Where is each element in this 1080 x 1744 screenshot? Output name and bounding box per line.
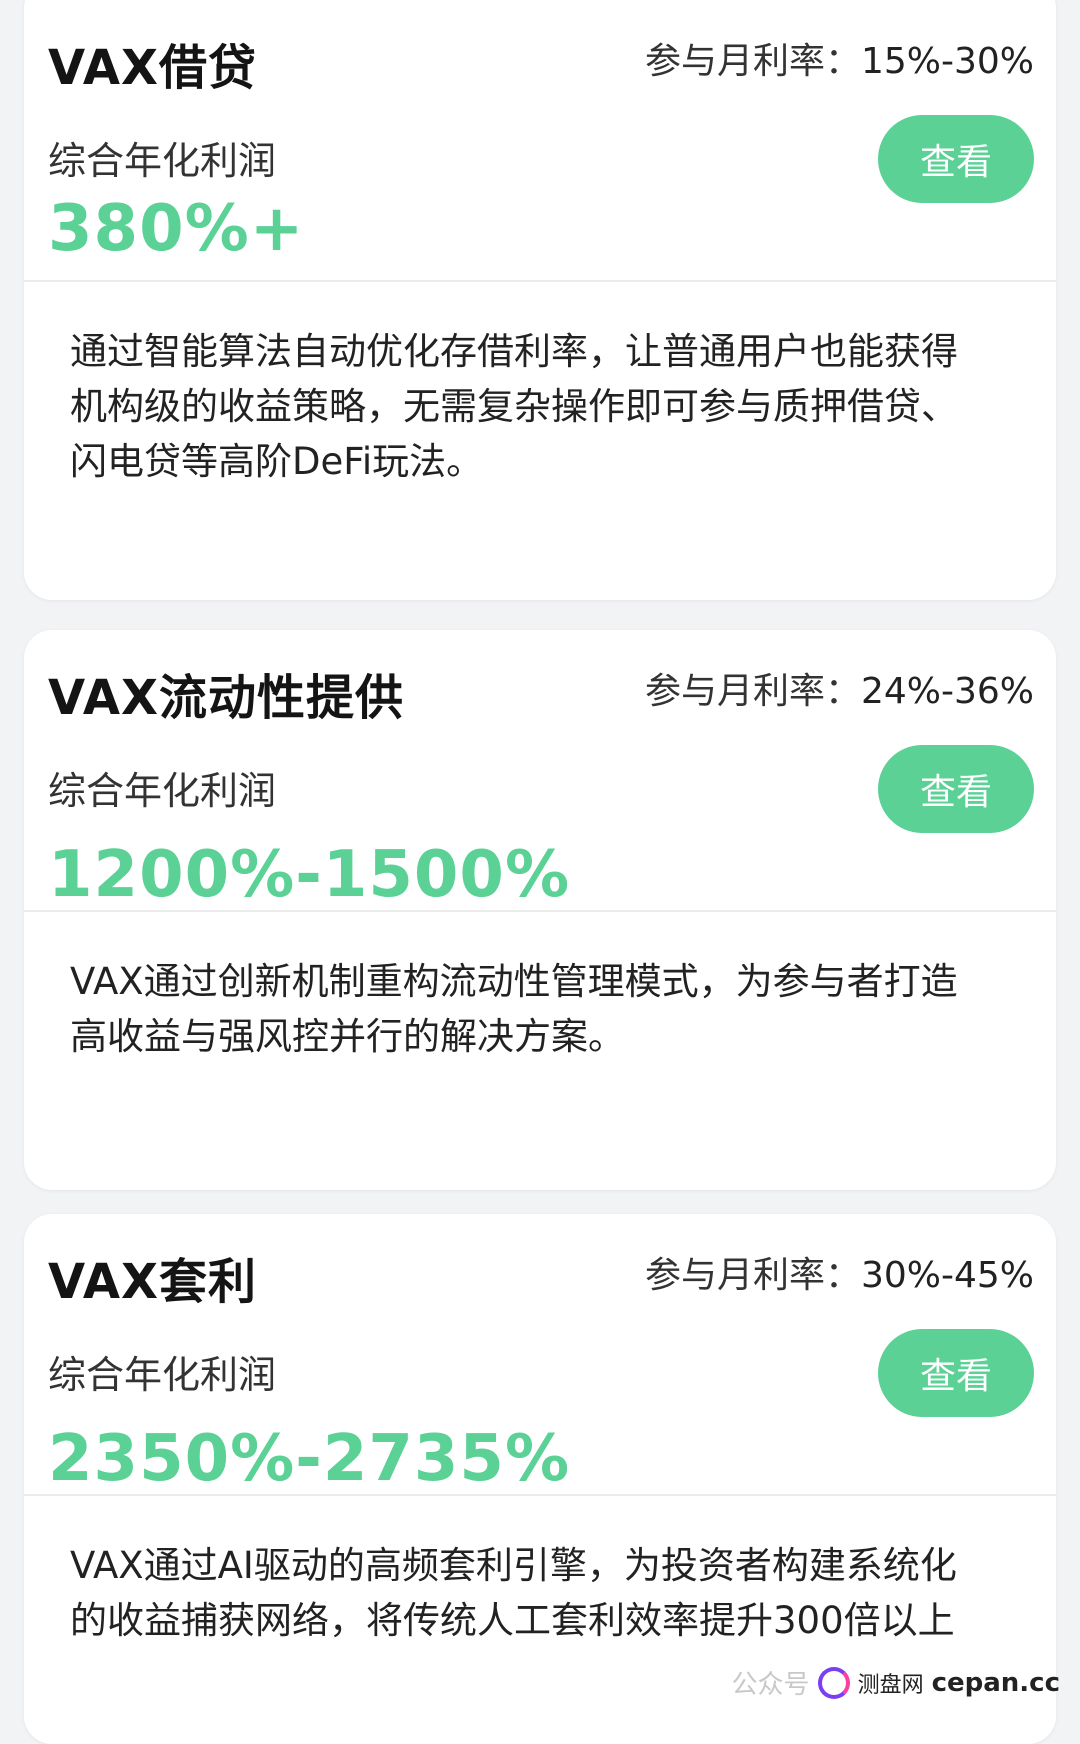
monthly-rate-label: 参与月利率： xyxy=(644,1255,861,1296)
view-button[interactable]: 查看 xyxy=(878,1329,1034,1417)
card-description: VAX通过AI驱动的高频套利引擎，为投资者构建系统化的收益捕获网络，将传统人工套… xyxy=(70,1544,957,1642)
watermark-faint-text: 公众号 xyxy=(731,1670,810,1700)
card-title: VAX流动性提供 xyxy=(48,670,405,726)
watermark-domain: cepan.cc xyxy=(931,1667,1060,1698)
view-button[interactable]: 查看 xyxy=(878,115,1034,203)
monthly-rate: 参与月利率：24%-36% xyxy=(645,662,1034,714)
annual-profit-label: 综合年化利润 xyxy=(48,139,277,183)
card-header: VAX流动性提供 参与月利率：24%-36% 综合年化利润 查看 1200%-1… xyxy=(24,630,1056,912)
card-description: 通过智能算法自动优化存借利率，让普通用户也能获得机构级的收益策略，无需复杂操作即… xyxy=(70,330,958,483)
card-title: VAX借贷 xyxy=(48,40,258,96)
annual-profit-value: 1200%-1500% xyxy=(48,838,571,912)
annual-profit-value: 380%+ xyxy=(48,192,305,266)
monthly-rate-value: 30%-45% xyxy=(860,1255,1034,1296)
card-title: VAX套利 xyxy=(48,1254,258,1310)
watermark-site-name: 测盘网 xyxy=(857,1672,924,1698)
watermark: 公众号 测盘网 cepan.cc xyxy=(732,1664,1060,1701)
annual-profit-label: 综合年化利润 xyxy=(48,769,277,813)
cepan-logo-icon xyxy=(817,1666,850,1699)
monthly-rate: 参与月利率：30%-45% xyxy=(645,1246,1034,1298)
monthly-rate-label: 参与月利率： xyxy=(644,41,861,82)
view-button[interactable]: 查看 xyxy=(878,745,1034,833)
product-card-liquidity: VAX流动性提供 参与月利率：24%-36% 综合年化利润 查看 1200%-1… xyxy=(24,630,1056,1190)
product-card-lending: VAX借贷 参与月利率：15%-30% 综合年化利润 查看 380%+ 通过智能… xyxy=(24,0,1056,600)
card-header: VAX借贷 参与月利率：15%-30% 综合年化利润 查看 380%+ xyxy=(24,0,1056,282)
monthly-rate-value: 15%-30% xyxy=(860,41,1034,82)
annual-profit-label: 综合年化利润 xyxy=(48,1353,277,1397)
annual-profit-value: 2350%-2735% xyxy=(48,1422,571,1496)
card-header: VAX套利 参与月利率：30%-45% 综合年化利润 查看 2350%-2735… xyxy=(24,1214,1056,1496)
card-description: VAX通过创新机制重构流动性管理模式，为参与者打造高收益与强风控并行的解决方案。 xyxy=(70,960,958,1058)
monthly-rate: 参与月利率：15%-30% xyxy=(645,32,1034,84)
monthly-rate-value: 24%-36% xyxy=(860,671,1034,712)
monthly-rate-label: 参与月利率： xyxy=(644,671,861,712)
